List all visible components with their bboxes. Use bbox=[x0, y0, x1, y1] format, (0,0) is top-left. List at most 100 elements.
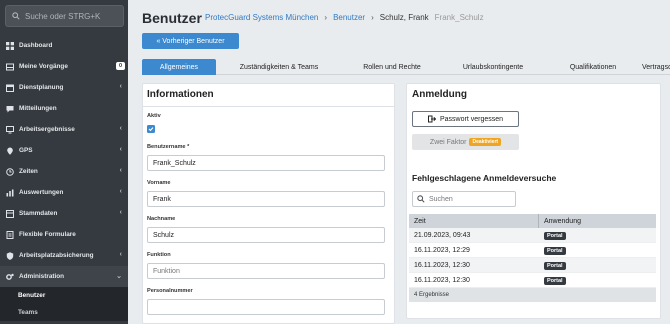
login-card: Anmeldung Passwort vergessen Zwei Faktor… bbox=[406, 83, 661, 319]
chart-icon bbox=[6, 189, 14, 197]
table-row: 21.09.2023, 09:43 Portal bbox=[409, 228, 656, 243]
search-placeholder: Suchen bbox=[429, 195, 453, 203]
chevron-left-icon: ‹ bbox=[119, 209, 122, 216]
failed-attempts-table: Zeit Anwendung 21.09.2023, 09:43 Portal 1… bbox=[409, 214, 656, 302]
divider bbox=[143, 106, 394, 107]
sidebar-item-mitteilungen[interactable]: Mitteilungen bbox=[0, 98, 128, 119]
search-icon bbox=[417, 195, 425, 203]
field-label-firstname: Vorname bbox=[147, 180, 171, 186]
sidebar-search-placeholder: Suche oder STRG+K bbox=[25, 11, 101, 21]
tab-zustaendigkeiten[interactable]: Zuständigkeiten & Teams bbox=[216, 59, 342, 75]
sidebar-subitem-teams[interactable]: Teams bbox=[0, 304, 128, 321]
username-field[interactable]: Frank_Schulz bbox=[147, 155, 385, 171]
info-card: Informationen Aktiv Benutzername * Frank… bbox=[142, 83, 395, 324]
sidebar-item-label: Stammdaten bbox=[19, 210, 58, 217]
main-content: Benutzer ProtecGuard Systems München › B… bbox=[128, 0, 670, 324]
table-row: 16.11.2023, 12:30 Portal bbox=[409, 258, 656, 273]
column-header-zeit[interactable]: Zeit bbox=[409, 214, 539, 228]
tab-vertragsdaten[interactable]: Vertragsdaten bbox=[642, 59, 670, 75]
page-title: Benutzer bbox=[142, 10, 202, 26]
sidebar-item-label: Flexible Formulare bbox=[19, 231, 76, 238]
breadcrumb-benutzer[interactable]: Benutzer bbox=[333, 13, 365, 22]
database-icon bbox=[6, 209, 14, 218]
monitor-icon bbox=[6, 125, 14, 134]
sidebar-item-label: GPS bbox=[19, 147, 33, 154]
sidebar-search-input[interactable]: Suche oder STRG+K bbox=[5, 5, 124, 27]
tab-rollen-rechte[interactable]: Rollen und Rechte bbox=[342, 59, 442, 75]
table-header: Zeit Anwendung bbox=[409, 214, 656, 228]
chevron-left-icon: ‹ bbox=[119, 167, 122, 174]
table-body: 21.09.2023, 09:43 Portal 16.11.2023, 12:2… bbox=[409, 228, 656, 288]
sidebar-item-auswertungen[interactable]: Auswertungen ‹ bbox=[0, 182, 128, 203]
sidebar-subitem-benutzer[interactable]: Benutzer bbox=[0, 287, 128, 304]
app-badge: Portal bbox=[544, 261, 566, 270]
check-icon bbox=[148, 127, 154, 132]
tab-urlaubskontingente[interactable]: Urlaubskontingente bbox=[442, 59, 544, 75]
sidebar-item-label: Arbeitsplatzabsicherung bbox=[19, 252, 94, 259]
breadcrumb-separator: › bbox=[324, 13, 328, 22]
sidebar-submenu: Benutzer Teams bbox=[0, 287, 128, 321]
cell-time: 16.11.2023, 12:30 bbox=[414, 261, 470, 269]
tab-allgemeines[interactable]: Allgemeines bbox=[142, 59, 216, 75]
info-card-title: Informationen bbox=[147, 89, 214, 100]
sidebar-item-arbeitsplatzabsicherung[interactable]: Arbeitsplatzabsicherung ‹ bbox=[0, 245, 128, 266]
breadcrumb-current: Schulz, Frank bbox=[379, 13, 429, 22]
attempts-search-input[interactable]: Suchen bbox=[412, 191, 516, 207]
sidebar-item-label: Zeiten bbox=[19, 168, 38, 175]
gears-icon bbox=[6, 273, 14, 281]
sidebar-item-label: Arbeitsergebnisse bbox=[19, 126, 75, 133]
tab-qualifikationen[interactable]: Qualifikationen bbox=[544, 59, 642, 75]
chevron-left-icon: ‹ bbox=[119, 125, 122, 132]
result-count: 4 Ergebnisse bbox=[409, 288, 656, 302]
personnel-number-field[interactable] bbox=[147, 299, 385, 315]
sidebar-item-dienstplanung[interactable]: Dienstplanung ‹ bbox=[0, 77, 128, 98]
sidebar-item-label: Dienstplanung bbox=[19, 84, 64, 91]
sidebar-item-flexible-formulare[interactable]: Flexible Formulare bbox=[0, 224, 128, 245]
two-factor-label: Zwei Faktor bbox=[429, 138, 467, 146]
sidebar-item-arbeitsergebnisse[interactable]: Arbeitsergebnisse ‹ bbox=[0, 119, 128, 140]
previous-user-button[interactable]: « Vorheriger Benutzer bbox=[142, 33, 239, 49]
search-icon bbox=[12, 12, 20, 20]
sidebar-item-label: Auswertungen bbox=[19, 189, 64, 196]
sidebar-item-meine-vorgaenge[interactable]: Meine Vorgänge 0 bbox=[0, 56, 128, 77]
table-row: 16.11.2023, 12:30 Portal bbox=[409, 273, 656, 288]
form-icon bbox=[6, 230, 14, 239]
field-label-username: Benutzername * bbox=[147, 144, 190, 150]
sidebar-item-administration[interactable]: Administration ⌄ bbox=[0, 266, 128, 287]
status-badge: Deaktiviert bbox=[469, 138, 502, 146]
breadcrumb-separator: › bbox=[371, 13, 374, 22]
sidebar-nav: Dashboard Meine Vorgänge 0 Dienstplanung ‹… bbox=[0, 35, 128, 321]
field-label-personnel-number: Personalnummer bbox=[147, 288, 193, 294]
firstname-field[interactable]: Frank bbox=[147, 191, 385, 207]
cell-time: 21.09.2023, 09:43 bbox=[414, 231, 471, 239]
column-header-anwendung[interactable]: Anwendung bbox=[539, 214, 656, 228]
sidebar-item-stammdaten[interactable]: Stammdaten ‹ bbox=[0, 203, 128, 224]
location-icon bbox=[6, 147, 14, 155]
chevron-left-icon: ‹ bbox=[119, 83, 122, 90]
field-label-function: Funktion bbox=[147, 252, 171, 258]
field-label-lastname: Nachname bbox=[147, 216, 176, 222]
sidebar-item-label: Meine Vorgänge bbox=[19, 63, 68, 70]
sidebar-item-zeiten[interactable]: Zeiten ‹ bbox=[0, 161, 128, 182]
breadcrumb-company[interactable]: ProtecGuard Systems München bbox=[205, 13, 318, 22]
table-row: 16.11.2023, 12:29 Portal bbox=[409, 243, 656, 258]
sidebar-item-label: Mitteilungen bbox=[19, 105, 57, 112]
active-checkbox[interactable] bbox=[147, 125, 155, 133]
sidebar-item-gps[interactable]: GPS ‹ bbox=[0, 140, 128, 161]
function-field[interactable]: Funktion bbox=[147, 263, 385, 279]
active-label: Aktiv bbox=[147, 113, 161, 119]
login-card-title: Anmeldung bbox=[412, 89, 467, 100]
chevron-left-icon: ‹ bbox=[119, 188, 122, 195]
app-badge: Portal bbox=[544, 246, 566, 255]
chevron-left-icon: ‹ bbox=[119, 251, 122, 258]
breadcrumb-username: Frank_Schulz bbox=[434, 13, 484, 22]
cell-time: 16.11.2023, 12:30 bbox=[414, 276, 470, 284]
failed-attempts-title: Fehlgeschlagene Anmeldeversuche bbox=[412, 173, 557, 183]
breadcrumb: ProtecGuard Systems München › Benutzer ›… bbox=[205, 13, 484, 22]
app-badge: Portal bbox=[544, 231, 566, 240]
forgot-password-button[interactable]: Passwort vergessen bbox=[412, 111, 519, 127]
sidebar-item-dashboard[interactable]: Dashboard bbox=[0, 35, 128, 56]
two-factor-button: Zwei Faktor Deaktiviert bbox=[412, 134, 519, 150]
lastname-field[interactable]: Schulz bbox=[147, 227, 385, 243]
sidebar-item-label: Dashboard bbox=[19, 42, 53, 49]
